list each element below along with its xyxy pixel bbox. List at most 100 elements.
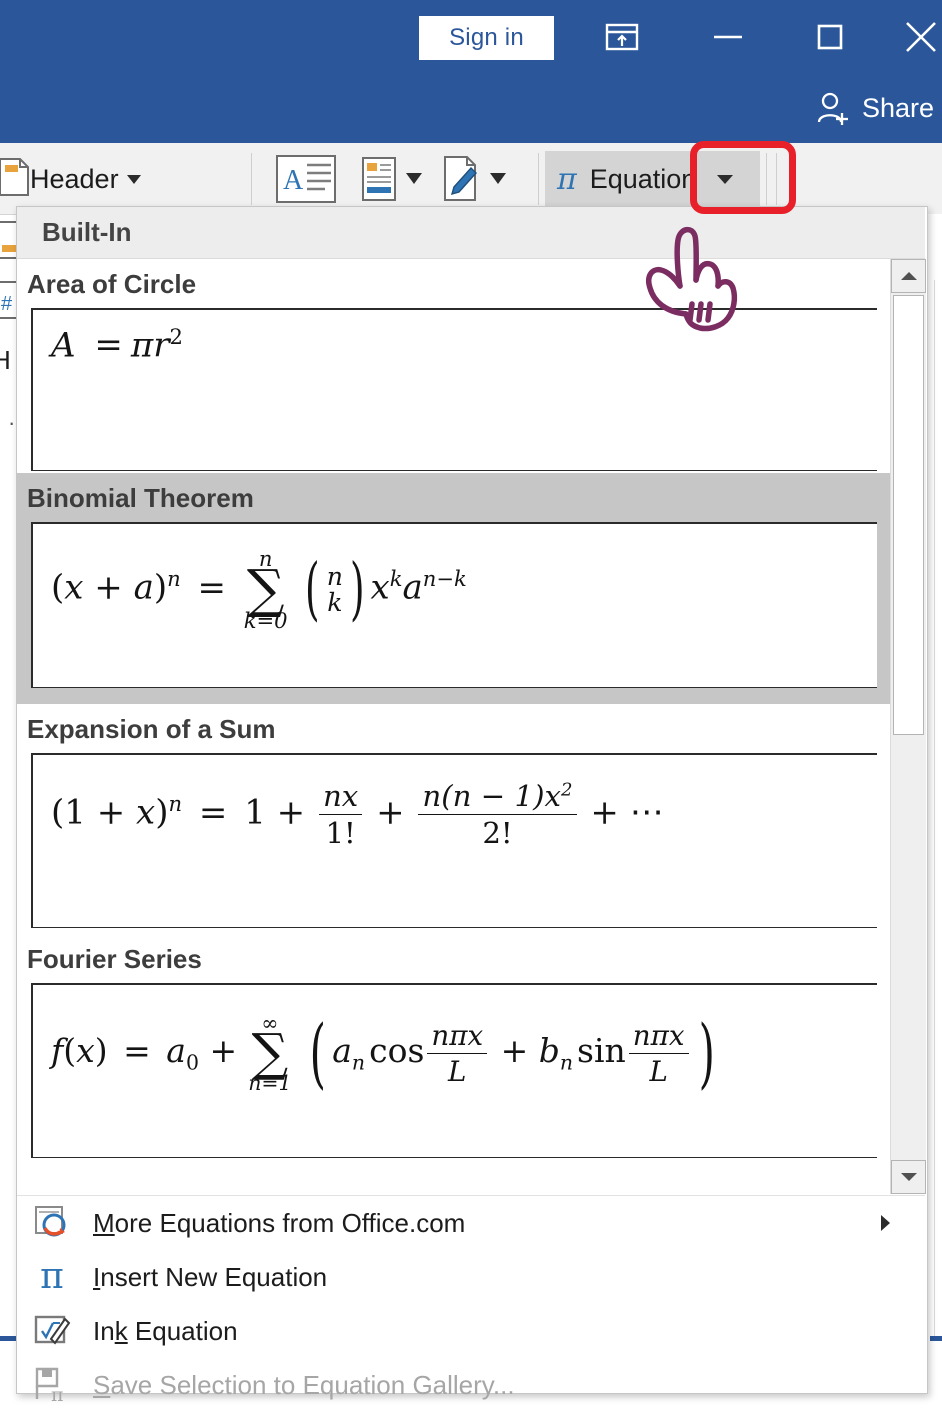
- gallery-item-title: Area of Circle: [27, 269, 197, 299]
- fraction-numerator: nπx: [427, 1019, 488, 1054]
- close-icon: [906, 22, 936, 52]
- svg-text:#: #: [1, 293, 13, 315]
- ribbon-display-options-icon[interactable]: [594, 16, 650, 58]
- minimize-button[interactable]: [700, 16, 756, 58]
- fraction: nπx L: [628, 1019, 689, 1088]
- eq-subscript: n: [351, 1050, 366, 1075]
- eq-operator: =: [197, 567, 227, 608]
- quick-parts-button[interactable]: [360, 153, 426, 205]
- gallery-item-fourier-series[interactable]: Fourier Series f(x) = a0 + ∑ ∞ n=1 (an co…: [17, 934, 891, 1164]
- menu-item-ink-equation[interactable]: Ink Equation: [17, 1304, 925, 1358]
- gallery-item-preview[interactable]: (1 + x)n = 1 + nx 1! + n(n − 1)x2 2! + ⋯: [31, 753, 877, 928]
- equation-label: Equation: [589, 163, 697, 194]
- save-equation-gallery-icon: π: [29, 1366, 75, 1404]
- fraction: n(n − 1)x2 2!: [418, 779, 577, 850]
- header-button[interactable]: Header: [30, 157, 142, 201]
- eq-operator: =: [123, 1031, 151, 1070]
- summation-symbol: ∑ ∞ n=1: [248, 1011, 291, 1095]
- scroll-down-arrow-icon[interactable]: [891, 1160, 926, 1194]
- sum-lower-limit: n=1: [248, 1071, 292, 1096]
- gallery-item-binomial-theorem[interactable]: Binomial Theorem (x + a)n = ∑ n k=0 ( n …: [17, 473, 891, 704]
- menu-label-post: ave Selection to Equation Gallery...: [110, 1369, 515, 1400]
- menu-label-post: Equation: [127, 1315, 238, 1346]
- eq-trig-cos: cos: [369, 1031, 425, 1070]
- menu-item-label: More Equations from Office.com: [93, 1208, 465, 1239]
- gallery-item-preview[interactable]: A = πr2: [31, 308, 877, 471]
- scroll-down-glyph: [900, 1173, 917, 1181]
- eq-operator: +: [209, 1031, 238, 1070]
- text-box-button[interactable]: A: [275, 153, 337, 205]
- signature-line-button[interactable]: [440, 153, 510, 205]
- gallery-section-header: Built-In: [17, 207, 925, 259]
- menu-item-label: Ink Equation: [93, 1316, 238, 1347]
- gallery-item-expansion-of-a-sum[interactable]: Expansion of a Sum (1 + x)n = 1 + nx 1! …: [17, 704, 891, 934]
- scroll-up-arrow-icon[interactable]: [891, 259, 926, 293]
- menu-item-label: Save Selection to Equation Gallery...: [93, 1370, 515, 1401]
- sign-in-button[interactable]: Sign in: [419, 16, 554, 60]
- svg-text:A: A: [283, 165, 304, 196]
- eq-term: a: [166, 1031, 186, 1070]
- sum-lower-limit: k=0: [243, 608, 288, 634]
- ink-equation-icon: [29, 1313, 75, 1349]
- fraction: nπx L: [427, 1019, 488, 1088]
- share-button[interactable]: Share: [815, 86, 934, 130]
- eq-paren: (: [51, 792, 65, 833]
- gallery-scroll-area: Area of Circle A = πr2 Binomial Theorem (…: [17, 259, 891, 1194]
- eq-operator: +: [94, 567, 123, 608]
- binom-right-paren: ): [349, 550, 365, 629]
- eq-paren: (: [63, 1031, 77, 1070]
- eq-exponent: n: [167, 566, 181, 592]
- share-label: Share: [861, 92, 934, 123]
- menu-item-save-selection-to-equation-gallery[interactable]: π Save Selection to Equation Gallery...: [17, 1358, 925, 1412]
- fraction-denominator: 2!: [482, 816, 513, 850]
- eq-paren: ): [94, 1031, 108, 1070]
- scroll-up-glyph: [900, 272, 917, 280]
- save-equation-gallery-glyph: π: [35, 1367, 64, 1404]
- equation-dropdown-arrow[interactable]: [697, 151, 752, 207]
- maximize-icon: [817, 24, 843, 50]
- eq-term: a: [332, 1031, 352, 1070]
- close-button[interactable]: [900, 16, 942, 58]
- gallery-item-area-of-circle[interactable]: Area of Circle A = πr2: [17, 259, 891, 473]
- sum-upper-limit: ∞: [261, 1010, 279, 1035]
- gallery-item-title: Binomial Theorem: [27, 483, 254, 513]
- ink-equation-glyph: [34, 1315, 71, 1345]
- menu-item-insert-new-equation[interactable]: π Insert New Equation: [17, 1250, 925, 1304]
- gallery-item-preview[interactable]: f(x) = a0 + ∑ ∞ n=1 (an cos nπx L + bn sin: [31, 983, 877, 1158]
- chevron-down-icon: [126, 175, 141, 184]
- group-left-paren: (: [309, 1009, 326, 1097]
- gallery-scrollbar[interactable]: [890, 259, 926, 1194]
- fraction-denominator: 1!: [325, 816, 356, 850]
- menu-label-accel: S: [93, 1369, 111, 1400]
- header-label: Header: [30, 163, 119, 194]
- eq-exponent: n: [168, 791, 183, 817]
- page-accent-line-left: [0, 1336, 16, 1341]
- menu-item-more-equations[interactable]: More Equations from Office.com: [17, 1196, 925, 1250]
- chevron-right-icon: [879, 1214, 891, 1237]
- eq-trig-sin: sin: [577, 1031, 626, 1070]
- header-gallery-glyph: [0, 158, 29, 196]
- clipped-ribbon-dot: ·: [8, 410, 16, 435]
- toolbar-separator: [776, 153, 777, 205]
- eq-term: r: [153, 325, 170, 366]
- eq-operator: +: [590, 792, 619, 833]
- eq-term: a: [402, 567, 423, 608]
- eq-pi: π: [130, 325, 154, 366]
- eq-term: A: [51, 325, 76, 366]
- gallery-item-preview[interactable]: (x + a)n = ∑ n k=0 ( n k ) xkan−k: [31, 522, 877, 688]
- eq-number: 1: [64, 792, 86, 833]
- maximize-button[interactable]: [802, 16, 858, 58]
- eq-exponent: 2: [561, 779, 573, 801]
- pi-icon: π: [557, 161, 577, 197]
- fraction-numerator: nx: [318, 779, 363, 815]
- scrollbar-thumb[interactable]: [893, 295, 924, 735]
- eq-operator: =: [198, 792, 228, 833]
- binom-left-paren: (: [305, 550, 320, 629]
- ribbon-display-options-glyph: [605, 23, 639, 51]
- office-online-equations-icon: [29, 1204, 75, 1242]
- eq-term: b: [538, 1031, 560, 1070]
- header-gallery-icon[interactable]: [0, 155, 34, 204]
- binomial-coefficient: n k: [327, 564, 343, 614]
- svg-text:π: π: [51, 1384, 64, 1404]
- eq-subscript: n: [559, 1050, 574, 1075]
